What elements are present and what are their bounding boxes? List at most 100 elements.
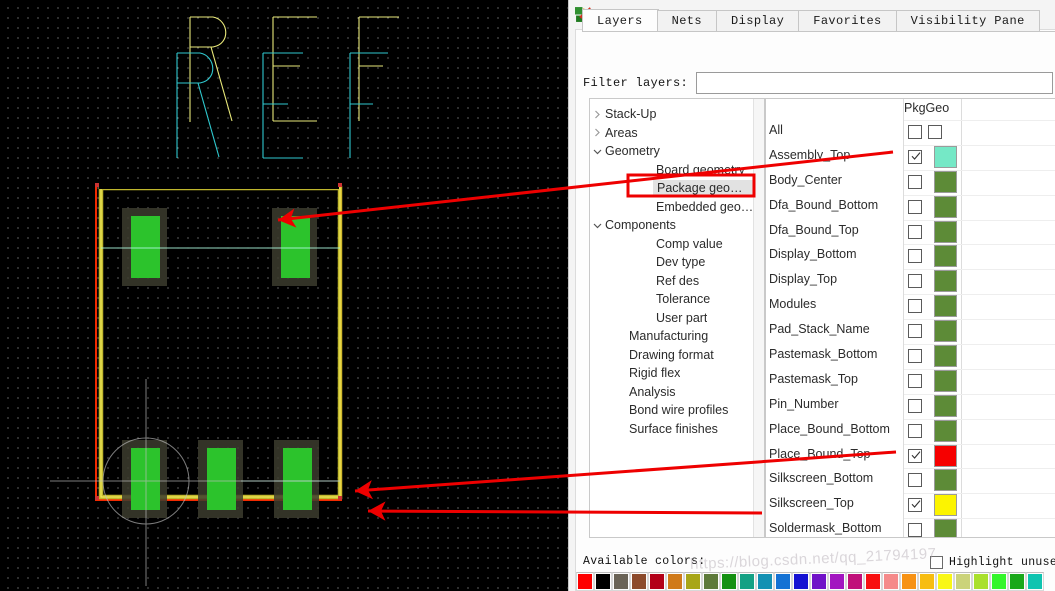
layer-visibility-checkbox[interactable] — [908, 125, 922, 139]
tab-nets[interactable]: Nets — [657, 10, 717, 32]
tree-item-ref-des[interactable]: Ref des — [590, 272, 756, 291]
chevron-down-icon[interactable] — [590, 221, 605, 230]
tab-layers[interactable]: Layers — [582, 9, 658, 32]
table-row[interactable]: All — [766, 120, 1055, 145]
palette-swatch[interactable] — [864, 572, 882, 591]
table-row[interactable]: Pastemask_Top — [766, 369, 1055, 394]
layer-color-swatch[interactable] — [934, 445, 957, 467]
tree-item-geometry[interactable]: Geometry — [590, 142, 756, 161]
layer-color-swatch[interactable] — [934, 221, 957, 243]
table-row[interactable]: Place_Bound_Top — [766, 444, 1055, 469]
tree-item-areas[interactable]: Areas — [590, 124, 756, 143]
table-row[interactable]: Display_Bottom — [766, 244, 1055, 269]
tree-item-drawing-format[interactable]: Drawing format — [590, 346, 756, 365]
chevron-right-icon[interactable] — [590, 110, 605, 119]
table-row[interactable]: Modules — [766, 294, 1055, 319]
tree-item-comp-value[interactable]: Comp value — [590, 235, 756, 254]
layer-color-swatch[interactable] — [934, 519, 957, 538]
tree-item-board-geometry[interactable]: Board geometry — [590, 161, 756, 180]
layer-all-secondary-checkbox[interactable] — [928, 125, 942, 139]
tree-item-dev-type[interactable]: Dev type — [590, 253, 756, 272]
layer-color-swatch[interactable] — [934, 469, 957, 491]
palette-swatch[interactable] — [738, 572, 756, 591]
table-row[interactable]: Assembly_Top — [766, 145, 1055, 170]
tab-display[interactable]: Display — [716, 10, 799, 32]
palette-swatch[interactable] — [774, 572, 792, 591]
palette-swatch[interactable] — [972, 572, 990, 591]
palette-swatch[interactable] — [666, 572, 684, 591]
palette-swatch[interactable] — [576, 572, 594, 591]
palette-swatch[interactable] — [828, 572, 846, 591]
palette-swatch[interactable] — [846, 572, 864, 591]
tree-item-package-geometry[interactable]: Package geometry — [590, 179, 756, 198]
tree-item-surface-finishes[interactable]: Surface finishes — [590, 420, 756, 439]
tree-item-bond-wire-profiles[interactable]: Bond wire profiles — [590, 401, 756, 420]
palette-swatch[interactable] — [648, 572, 666, 591]
palette-swatch[interactable] — [918, 572, 936, 591]
tree-item-components[interactable]: Components — [590, 216, 756, 235]
tree-item-user-part[interactable]: User part — [590, 309, 756, 328]
table-row[interactable]: Dfa_Bound_Bottom — [766, 195, 1055, 220]
layer-color-swatch[interactable] — [934, 494, 957, 516]
layer-color-swatch[interactable] — [934, 420, 957, 442]
palette-swatch[interactable] — [756, 572, 774, 591]
tree-item-manufacturing[interactable]: Manufacturing — [590, 327, 756, 346]
layer-color-swatch[interactable] — [934, 395, 957, 417]
palette-swatch[interactable] — [882, 572, 900, 591]
layer-color-swatch[interactable] — [934, 245, 957, 267]
layer-visibility-checkbox[interactable] — [908, 150, 922, 164]
table-row[interactable]: Place_Bound_Bottom — [766, 419, 1055, 444]
layer-visibility-checkbox[interactable] — [908, 324, 922, 338]
layer-color-swatch[interactable] — [934, 320, 957, 342]
layer-visibility-checkbox[interactable] — [908, 473, 922, 487]
layer-visibility-checkbox[interactable] — [908, 274, 922, 288]
layer-visibility-checkbox[interactable] — [908, 424, 922, 438]
table-row[interactable]: Pastemask_Bottom — [766, 344, 1055, 369]
palette-swatch[interactable] — [990, 572, 1008, 591]
layer-visibility-checkbox[interactable] — [908, 225, 922, 239]
filter-layers-input[interactable] — [696, 72, 1053, 94]
layer-visibility-checkbox[interactable] — [908, 449, 922, 463]
palette-swatch[interactable] — [594, 572, 612, 591]
layer-visibility-checkbox[interactable] — [908, 249, 922, 263]
layer-visibility-checkbox[interactable] — [908, 299, 922, 313]
table-row[interactable]: Silkscreen_Top — [766, 493, 1055, 518]
tree-item-stack-up[interactable]: Stack-Up — [590, 105, 756, 124]
layer-color-swatch[interactable] — [934, 295, 957, 317]
pcb-footprint-canvas[interactable] — [0, 0, 568, 591]
layer-table[interactable]: PkgGeo AllAssembly_TopBody_CenterDfa_Bou… — [765, 98, 1055, 538]
palette-swatch[interactable] — [810, 572, 828, 591]
palette-swatch[interactable] — [612, 572, 630, 591]
layer-color-swatch[interactable] — [934, 345, 957, 367]
tab-visibility-pane[interactable]: Visibility Pane — [896, 10, 1040, 32]
layer-visibility-checkbox[interactable] — [908, 498, 922, 512]
layer-visibility-checkbox[interactable] — [908, 374, 922, 388]
palette-swatch[interactable] — [1008, 572, 1026, 591]
layer-color-swatch[interactable] — [934, 196, 957, 218]
highlight-checkbox-box[interactable] — [930, 556, 943, 569]
tree-item-embedded-geome[interactable]: Embedded geome... — [590, 198, 756, 217]
palette-swatch[interactable] — [954, 572, 972, 591]
available-colors-palette[interactable] — [576, 572, 1055, 591]
chevron-right-icon[interactable] — [590, 128, 605, 137]
tab-favorites[interactable]: Favorites — [798, 10, 896, 32]
palette-swatch[interactable] — [900, 572, 918, 591]
palette-swatch[interactable] — [702, 572, 720, 591]
layer-visibility-checkbox[interactable] — [908, 200, 922, 214]
palette-swatch[interactable] — [720, 572, 738, 591]
layer-category-tree[interactable]: Stack-UpAreasGeometryBoard geometryPacka… — [589, 98, 765, 538]
tree-scrollbar[interactable] — [753, 99, 764, 537]
layer-color-swatch[interactable] — [934, 146, 957, 168]
layer-color-swatch[interactable] — [934, 270, 957, 292]
table-row[interactable]: Pad_Stack_Name — [766, 319, 1055, 344]
chevron-down-icon[interactable] — [590, 147, 605, 156]
layer-color-swatch[interactable] — [934, 370, 957, 392]
layer-visibility-checkbox[interactable] — [908, 399, 922, 413]
palette-swatch[interactable] — [684, 572, 702, 591]
highlight-unused-colors-checkbox[interactable]: Highlight unused c — [930, 556, 1055, 569]
palette-swatch[interactable] — [630, 572, 648, 591]
layer-color-swatch[interactable] — [934, 171, 957, 193]
palette-swatch[interactable] — [936, 572, 954, 591]
table-row[interactable]: Body_Center — [766, 170, 1055, 195]
table-row[interactable]: Display_Top — [766, 269, 1055, 294]
